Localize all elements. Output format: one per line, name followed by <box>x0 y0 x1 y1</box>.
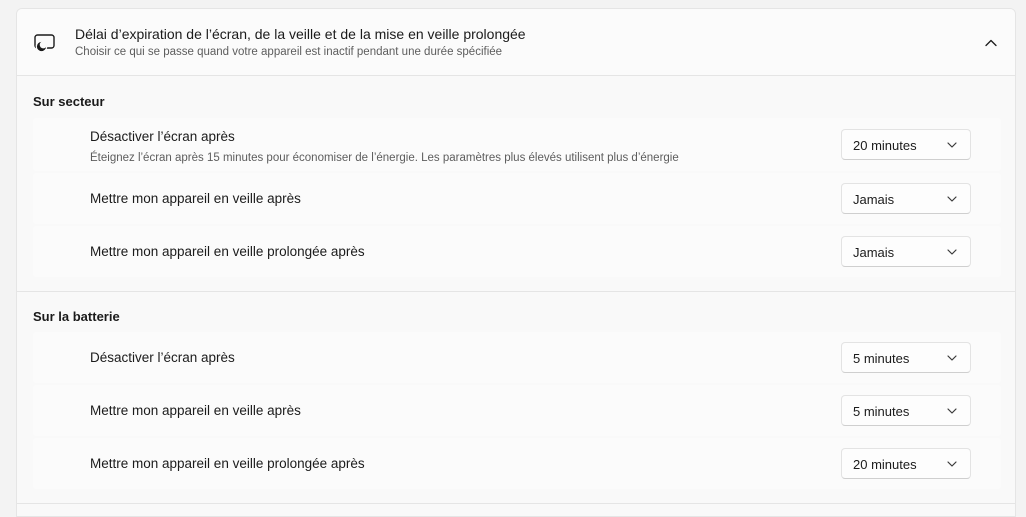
setting-row-sleep-battery: Mettre mon appareil en veille après 5 mi… <box>33 385 1001 436</box>
hibernate-battery-dropdown[interactable]: 20 minutes <box>841 448 971 479</box>
sleep-battery-dropdown[interactable]: 5 minutes <box>841 395 971 426</box>
screen-sleep-icon <box>34 34 55 53</box>
dropdown-value: Jamais <box>853 245 895 260</box>
dropdown-value: 20 minutes <box>853 138 917 153</box>
dropdown-value: 5 minutes <box>853 351 910 366</box>
row-label: Désactiver l’écran après <box>90 129 235 144</box>
card-header[interactable]: Délai d’expiration de l’écran, de la vei… <box>17 9 1015 76</box>
power-timeout-card: Délai d’expiration de l’écran, de la vei… <box>16 8 1016 517</box>
setting-row-hibernate-plugged: Mettre mon appareil en veille prolongée … <box>33 226 1001 277</box>
dropdown-value: Jamais <box>853 192 895 207</box>
hibernate-plugged-dropdown[interactable]: Jamais <box>841 236 971 267</box>
section-divider <box>17 503 1015 504</box>
chevron-down-icon <box>947 196 957 202</box>
dropdown-value: 20 minutes <box>853 457 917 472</box>
screen-off-plugged-dropdown[interactable]: 20 minutes <box>841 129 971 160</box>
chevron-up-icon <box>985 39 997 47</box>
section-title: Délai d’expiration de l’écran, de la vei… <box>75 26 526 42</box>
chevron-down-icon <box>947 142 957 148</box>
section-heading-plugged-in: Sur secteur <box>33 94 105 109</box>
chevron-down-icon <box>947 461 957 467</box>
row-label: Mettre mon appareil en veille après <box>90 403 301 418</box>
chevron-down-icon <box>947 249 957 255</box>
row-label: Mettre mon appareil en veille prolongée … <box>90 456 365 471</box>
collapse-button[interactable] <box>979 31 1003 55</box>
chevron-down-icon <box>947 355 957 361</box>
row-label: Mettre mon appareil en veille prolongée … <box>90 244 365 259</box>
setting-row-sleep-plugged: Mettre mon appareil en veille après Jama… <box>33 173 1001 224</box>
dropdown-value: 5 minutes <box>853 404 910 419</box>
section-heading-battery: Sur la batterie <box>33 309 120 324</box>
section-divider <box>17 291 1015 292</box>
setting-row-hibernate-battery: Mettre mon appareil en veille prolongée … <box>33 438 1001 489</box>
sleep-plugged-dropdown[interactable]: Jamais <box>841 183 971 214</box>
row-description: Éteignez l’écran après 15 minutes pour é… <box>90 152 679 164</box>
setting-row-screen-off-plugged: Désactiver l’écran après Éteignez l’écra… <box>33 118 1001 171</box>
section-subtitle: Choisir ce qui se passe quand votre appa… <box>75 46 503 58</box>
row-label: Mettre mon appareil en veille après <box>90 191 301 206</box>
screen-off-battery-dropdown[interactable]: 5 minutes <box>841 342 971 373</box>
chevron-down-icon <box>947 408 957 414</box>
row-label: Désactiver l’écran après <box>90 350 235 365</box>
setting-row-screen-off-battery: Désactiver l’écran après 5 minutes <box>33 332 1001 383</box>
